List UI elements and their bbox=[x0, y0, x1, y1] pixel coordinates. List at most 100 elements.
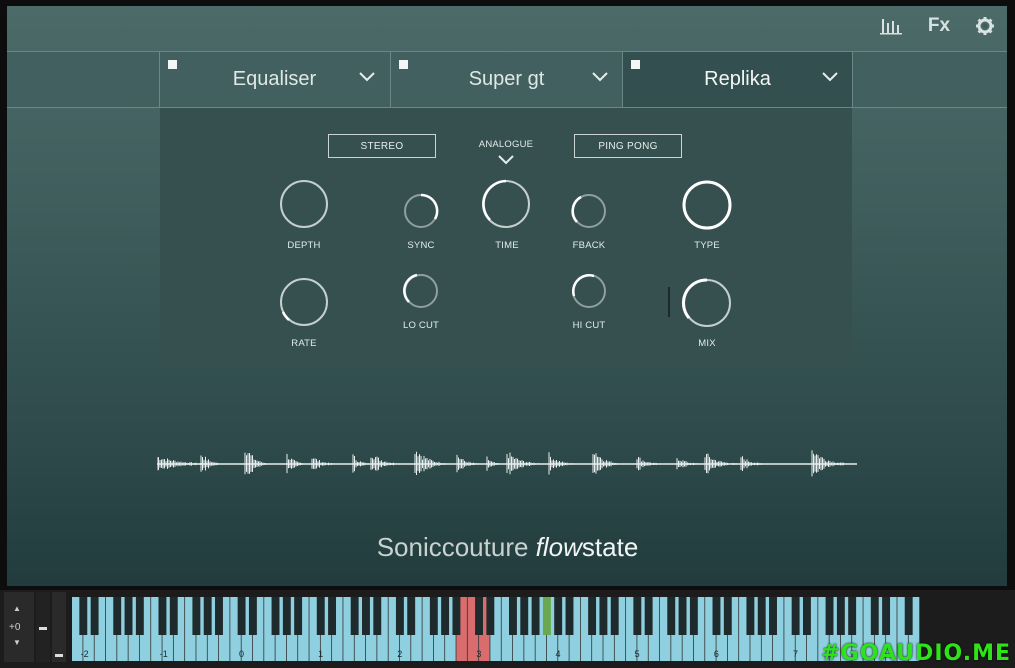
black-key[interactable] bbox=[248, 597, 257, 635]
black-key[interactable] bbox=[588, 597, 597, 635]
black-key[interactable] bbox=[350, 597, 359, 635]
black-key[interactable] bbox=[373, 597, 382, 635]
black-key[interactable] bbox=[158, 597, 167, 635]
ping-pong-label: PING PONG bbox=[598, 140, 658, 152]
black-key[interactable] bbox=[791, 597, 800, 635]
black-key[interactable] bbox=[757, 597, 766, 635]
octave-label: 7 bbox=[793, 649, 798, 659]
black-key[interactable] bbox=[689, 597, 698, 635]
black-key[interactable] bbox=[407, 597, 416, 635]
enable-checkbox[interactable] bbox=[168, 60, 177, 69]
feedback-knob[interactable] bbox=[570, 192, 608, 230]
black-key[interactable] bbox=[644, 597, 653, 635]
tab-equaliser[interactable]: Equaliser bbox=[159, 52, 389, 107]
black-key[interactable] bbox=[169, 597, 178, 635]
black-key[interactable] bbox=[769, 597, 777, 635]
black-key[interactable] bbox=[904, 597, 913, 635]
black-key[interactable] bbox=[215, 597, 223, 635]
black-key[interactable] bbox=[475, 597, 483, 635]
black-key[interactable] bbox=[192, 597, 201, 635]
tab-label: Super gt bbox=[468, 68, 545, 90]
black-key[interactable] bbox=[395, 597, 404, 635]
sync-knob[interactable] bbox=[402, 192, 440, 230]
depth-knob[interactable] bbox=[278, 178, 330, 230]
black-key[interactable] bbox=[294, 597, 303, 635]
black-key[interactable] bbox=[520, 597, 529, 635]
black-key[interactable] bbox=[554, 597, 563, 635]
black-key[interactable] bbox=[825, 597, 834, 635]
tab-replika[interactable]: Replika bbox=[622, 52, 853, 107]
pitch-wheel-handle[interactable] bbox=[39, 627, 47, 630]
stereo-button[interactable]: STEREO bbox=[328, 134, 436, 158]
rate-knob[interactable] bbox=[278, 276, 330, 328]
lo-cut-label: LO CUT bbox=[402, 320, 440, 331]
stereo-label: STEREO bbox=[360, 140, 404, 152]
enable-checkbox[interactable] bbox=[631, 60, 640, 69]
black-key[interactable] bbox=[882, 597, 891, 635]
pitch-wheel[interactable] bbox=[36, 592, 50, 662]
mod-wheel[interactable] bbox=[52, 592, 66, 662]
arrow-up-icon[interactable]: ▲ bbox=[13, 604, 21, 613]
black-key[interactable] bbox=[90, 597, 99, 635]
black-key[interactable] bbox=[328, 597, 337, 635]
black-key[interactable] bbox=[836, 597, 845, 635]
arrow-down-icon[interactable]: ▼ bbox=[13, 638, 21, 647]
black-key[interactable] bbox=[429, 597, 438, 635]
time-knob[interactable] bbox=[480, 178, 532, 230]
ping-pong-button[interactable]: PING PONG bbox=[574, 134, 682, 158]
black-key[interactable] bbox=[316, 597, 325, 635]
brand-product-flow: flow bbox=[535, 532, 582, 562]
black-key[interactable] bbox=[712, 597, 721, 635]
black-key[interactable] bbox=[667, 597, 676, 635]
waveform-display bbox=[157, 450, 857, 477]
mixer-icon[interactable] bbox=[878, 14, 904, 38]
black-key[interactable] bbox=[848, 597, 857, 635]
hi-cut-knob[interactable] bbox=[570, 272, 608, 310]
black-key[interactable] bbox=[599, 597, 608, 635]
mod-wheel-handle[interactable] bbox=[55, 654, 63, 657]
octave-label: 5 bbox=[635, 649, 640, 659]
black-key[interactable] bbox=[723, 597, 732, 635]
black-key[interactable] bbox=[746, 597, 755, 635]
black-key[interactable] bbox=[237, 597, 246, 635]
chevron-down-icon[interactable] bbox=[592, 72, 608, 82]
mode-chevron-down-icon[interactable] bbox=[498, 155, 514, 165]
gear-icon[interactable] bbox=[972, 14, 998, 38]
hi-cut-label: HI CUT bbox=[572, 320, 606, 331]
black-key[interactable] bbox=[441, 597, 450, 635]
mix-knob[interactable] bbox=[680, 276, 734, 330]
chevron-down-icon[interactable] bbox=[822, 72, 838, 82]
black-key[interactable] bbox=[633, 597, 642, 635]
rate-label: RATE bbox=[291, 338, 317, 349]
brand-company: Soniccouture bbox=[376, 532, 536, 562]
sync-label: SYNC bbox=[407, 240, 435, 251]
transpose-control[interactable]: ▲ +0 ▼ bbox=[4, 592, 34, 662]
black-key[interactable] bbox=[79, 597, 88, 635]
feedback-label: FBACK bbox=[572, 240, 606, 251]
black-key[interactable] bbox=[802, 597, 811, 635]
lo-cut-knob[interactable] bbox=[402, 272, 440, 310]
black-key[interactable] bbox=[509, 597, 517, 635]
black-key[interactable] bbox=[678, 597, 687, 635]
black-key[interactable] bbox=[610, 597, 619, 635]
black-key[interactable] bbox=[282, 597, 291, 635]
black-key[interactable] bbox=[565, 597, 574, 635]
type-knob[interactable] bbox=[680, 178, 734, 232]
tab-super-gt[interactable]: Super gt bbox=[390, 52, 622, 107]
black-key[interactable] bbox=[203, 597, 212, 635]
black-key[interactable] bbox=[870, 597, 879, 635]
piano-keyboard[interactable]: -2 -1 0 1 2 3 4 5 6 7 bbox=[72, 597, 920, 661]
black-key[interactable] bbox=[113, 597, 122, 635]
enable-checkbox[interactable] bbox=[399, 60, 408, 69]
black-key[interactable] bbox=[452, 597, 461, 635]
fx-icon[interactable]: Fx bbox=[924, 14, 954, 38]
black-key[interactable] bbox=[271, 597, 280, 635]
chevron-down-icon[interactable] bbox=[359, 72, 375, 82]
black-key[interactable] bbox=[124, 597, 133, 635]
black-key[interactable] bbox=[531, 597, 540, 635]
black-key[interactable] bbox=[362, 597, 370, 635]
octave-label: -2 bbox=[81, 649, 89, 659]
octave-label: 3 bbox=[476, 649, 481, 659]
black-key[interactable] bbox=[486, 597, 495, 635]
black-key[interactable] bbox=[135, 597, 144, 635]
